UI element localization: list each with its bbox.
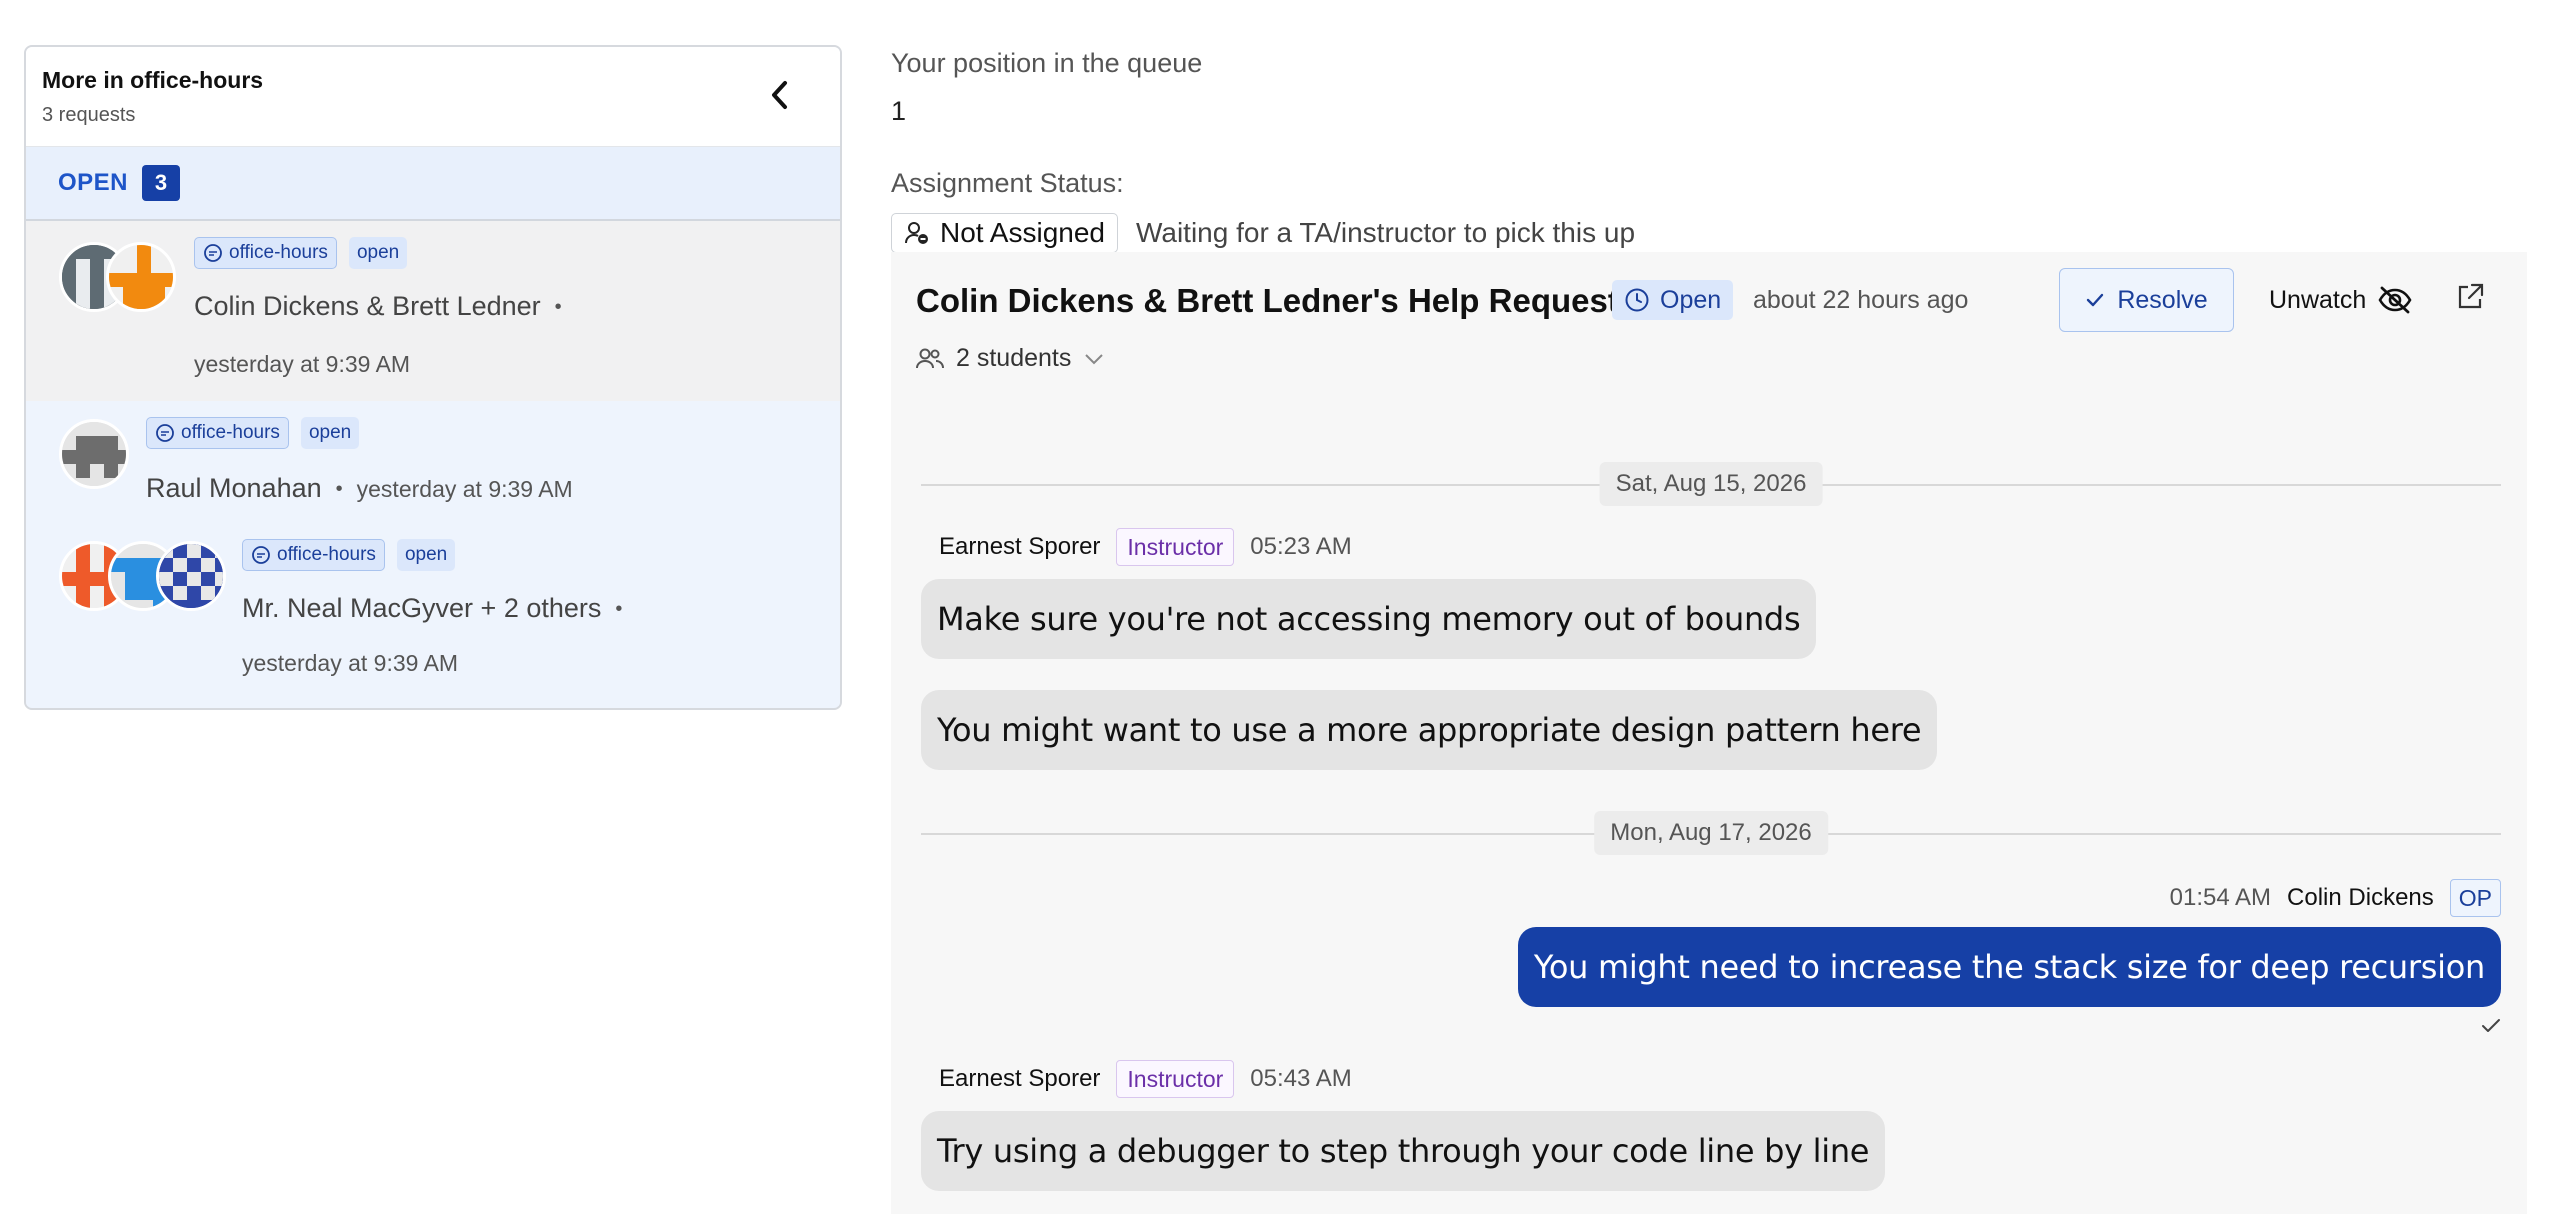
external-link-icon [2458,283,2484,309]
user-minus-icon [905,222,928,244]
office-hours-sidebar: More in office-hours 3 requests OPEN 3 o… [24,45,842,710]
request-item[interactable]: office-hours open Raul Monahan • yesterday… [26,401,840,526]
status-chip: open [300,417,360,449]
request-name: Colin Dickens & Brett Ledner • [194,291,562,321]
chat-bubble-icon [156,424,174,442]
date-separator: Mon, Aug 17, 2026 [921,811,2501,855]
message-time: 05:23 AM [1250,533,1352,560]
message-author: Earnest Sporer [939,533,1101,560]
chat-bubble-icon [252,546,270,564]
open-group-header[interactable]: OPEN 3 [26,147,840,221]
request-name: Raul Monahan • yesterday at 9:39 AM [146,473,573,503]
open-in-new-window-button[interactable] [2455,282,2491,318]
message-bubble: Make sure you're not accessing memory ou… [921,579,1817,659]
message-bubble: You might need to increase the stack siz… [1517,927,2501,1007]
chevron-down-icon [1085,353,1104,364]
assignment-status-row: Not Assigned Waiting for a TA/instructor… [891,213,1635,253]
help-request-title: Colin Dickens & Brett Ledner's Help Requ… [916,282,1619,319]
not-assigned-badge: Not Assigned [891,213,1118,253]
avatar [59,419,129,489]
request-time: yesterday at 9:39 AM [242,650,459,676]
sidebar-subtitle: 3 requests [42,104,136,126]
unwatch-button[interactable]: Unwatch [2269,276,2412,324]
read-receipt-icon [2482,1019,2500,1032]
tag-chip: office-hours [194,237,337,269]
collapse-sidebar-button[interactable] [760,75,800,115]
resolve-button[interactable]: Resolve [2059,268,2234,332]
users-icon [916,348,944,368]
date-separator: Sat, Aug 15, 2026 [921,462,2501,506]
sidebar-title: More in office-hours [42,67,264,93]
message-header: Earnest Sporer Instructor 05:23 AM [939,528,1352,566]
tag-chip: office-hours [146,417,289,449]
status-chip: open [348,237,408,269]
queue-position-value: 1 [891,96,907,126]
request-item[interactable]: office-hours open Mr. Neal MacGyver + 2 … [26,526,840,706]
check-icon [2087,293,2104,307]
assignment-status-label: Assignment Status: [891,168,1124,198]
message-bubble: Try using a debugger to step through you… [921,1111,1886,1191]
message-author: Earnest Sporer [939,1065,1101,1092]
role-badge: OP [2449,879,2501,917]
avatar [106,242,176,312]
queue-position-label: Your position in the queue [891,48,1203,78]
message-header: Earnest Sporer Instructor 05:43 AM [939,1060,1352,1098]
role-badge: Instructor [1116,1060,1235,1098]
eye-off-icon [2378,286,2412,314]
students-dropdown[interactable]: 2 students [916,344,1105,373]
open-count-badge: 3 [142,165,181,201]
clock-icon [1625,288,1649,312]
request-item[interactable]: office-hours open Colin Dickens & Brett … [26,221,840,401]
request-time: yesterday at 9:39 AM [194,351,411,377]
role-badge: Instructor [1116,528,1235,566]
message-time: 05:43 AM [1250,1065,1352,1092]
chevron-left-icon [772,81,787,109]
message-header: 01:54 AM Colin Dickens OP [2170,879,2501,917]
status-chip: open [396,539,456,571]
assignment-note: Waiting for a TA/instructor to pick this… [1136,217,1636,248]
sidebar-header: More in office-hours 3 requests [26,47,840,147]
chat-bubble-icon [204,244,222,262]
status-badge: Open [1612,280,1734,320]
request-age: about 22 hours ago [1753,286,1969,314]
tag-chip: office-hours [242,539,385,571]
avatar [156,541,226,611]
message-bubble: You might want to use a more appropriate… [921,690,1938,770]
open-group-label: OPEN [58,169,129,196]
help-request-chat: Colin Dickens & Brett Ledner's Help Requ… [891,252,2527,1214]
message-time: 01:54 AM [2169,884,2272,911]
message-author: Colin Dickens [2287,884,2434,911]
request-name: Mr. Neal MacGyver + 2 others • [242,593,623,623]
